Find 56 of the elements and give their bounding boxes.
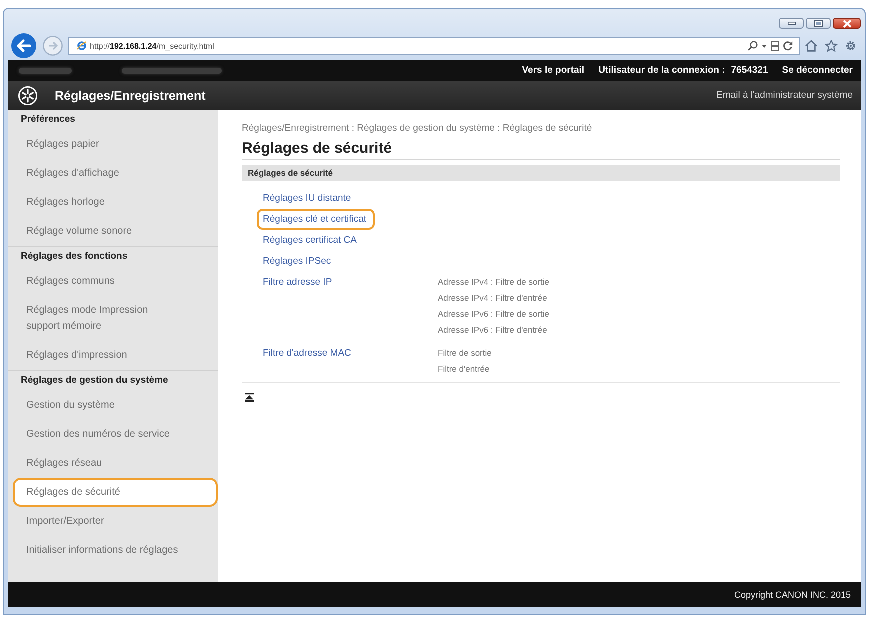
user-id: 7654321 [731, 65, 768, 76]
sidebar-item[interactable]: Réglages réseau [13, 449, 218, 478]
close-icon [842, 20, 852, 28]
sidebar-item[interactable]: Réglages de sécurité [13, 478, 218, 507]
close-button[interactable] [833, 18, 861, 29]
star-icon[interactable] [825, 40, 838, 52]
portal-link[interactable]: Vers le portail [522, 65, 585, 76]
user-label: Utilisateur de la connexion : [598, 65, 726, 76]
asterisk-circle-icon [18, 86, 38, 106]
filter-option-text: Adresse IPv6 : Filtre de sortie [438, 308, 550, 321]
sidebar-item[interactable]: Gestion des numéros de service [13, 420, 218, 449]
sidebar-item[interactable]: Importer/Exporter [13, 507, 218, 536]
page-split-icon[interactable] [771, 41, 779, 51]
sidebar-item[interactable]: Réglages papier [13, 130, 218, 159]
settings-link[interactable]: Filtre d'adresse MAC [257, 343, 360, 364]
minimize-button[interactable] [779, 18, 804, 29]
filter-option-text: Filtre d'entrée [438, 363, 490, 376]
maximize-icon [814, 20, 823, 27]
sidebar-item[interactable]: Réglage volume sonore [13, 217, 218, 246]
sidebar-item[interactable]: Réglages d'affichage [13, 159, 218, 188]
sidebar-item[interactable]: Réglages horloge [13, 188, 218, 217]
filter-option-text: Adresse IPv4 : Filtre de sortie [438, 276, 550, 289]
sidebar-item[interactable]: Réglages d'impression [13, 341, 218, 370]
home-icon[interactable] [805, 40, 818, 52]
search-icon[interactable] [748, 41, 758, 51]
breadcrumb: Réglages/Enregistrement : Réglages de gestion du système : Réglages de sécurité [242, 122, 594, 136]
section-header: Réglages de sécurité [242, 165, 840, 181]
copyright-text: Copyright CANON INC. 2015 [734, 590, 851, 600]
sidebar-item[interactable]: Initialiser informations de réglages [13, 536, 218, 565]
sidebar-item[interactable]: Réglages mode Impression support mémoire [13, 296, 218, 341]
sidebar-heading: Préférences [20, 113, 76, 127]
settings-link[interactable]: Réglages IPSec [257, 251, 340, 272]
settings-icon[interactable] [845, 40, 857, 52]
sidebar-heading: Réglages de gestion du système [20, 374, 170, 388]
filter-option-text: Adresse IPv4 : Filtre d'entrée [438, 292, 548, 305]
filter-option-text: Filtre de sortie [438, 347, 492, 360]
sidebar-item[interactable]: Réglages communs [13, 267, 218, 296]
minimize-icon [788, 22, 796, 25]
caret-icon[interactable] [762, 44, 767, 48]
sidebar-heading: Réglages des fonctions [20, 250, 129, 264]
app-title: Réglages/Enregistrement [55, 88, 206, 102]
settings-link[interactable]: Réglages IU distante [257, 188, 360, 209]
logout-link[interactable]: Se déconnecter [782, 65, 853, 76]
settings-link[interactable]: Réglages clé et certificat [257, 209, 374, 230]
page-title: Réglages de sécurité [242, 140, 394, 158]
settings-link[interactable]: Réglages certificat CA [257, 230, 365, 251]
e-logo-icon [77, 41, 87, 51]
sidebar-item[interactable]: Gestion du système [13, 391, 218, 420]
refresh-icon[interactable] [783, 41, 793, 51]
filter-option-text: Adresse IPv6 : Filtre d'entrée [438, 324, 548, 337]
top-arrow-icon[interactable] [245, 393, 254, 402]
redacted-text-block [19, 68, 72, 74]
address-bar[interactable]: http://192.168.1.24/m_security.html [68, 37, 800, 55]
settings-link[interactable]: Filtre adresse IP [257, 272, 340, 293]
maximize-button[interactable] [806, 18, 831, 29]
admin-email-link[interactable]: Email à l'administrateur système [716, 90, 853, 101]
